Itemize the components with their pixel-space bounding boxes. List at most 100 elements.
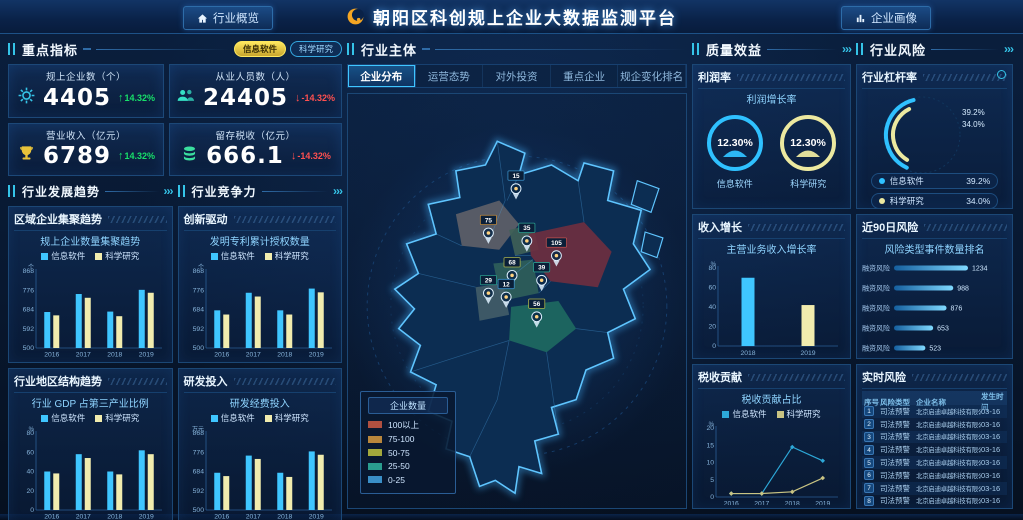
company-name: 北京启迪卓越科技有限公司: [916, 458, 981, 467]
profit-gauges: 12.30%信息软件12.30%科学研究: [698, 108, 845, 205]
svg-text:2019: 2019: [815, 501, 830, 506]
svg-text:2016: 2016: [214, 352, 229, 359]
legend-item: 信息软件39.2%: [871, 173, 999, 189]
table-row[interactable]: 5司法预警北京启迪卓越科技有限公司03-16: [862, 456, 1007, 469]
tab-2[interactable]: 运营态势: [416, 65, 484, 87]
table-row[interactable]: 7司法预警北京启迪卓越科技有限公司03-16: [862, 482, 1007, 495]
map-legend-item: 25-50: [368, 461, 448, 471]
grouped-bar-chart: 500592684776868个2016201720182019: [184, 262, 336, 359]
svg-text:2018: 2018: [277, 352, 292, 359]
svg-text:60: 60: [708, 285, 716, 292]
svg-text:万元: 万元: [192, 426, 204, 433]
svg-text:988: 988: [957, 286, 969, 293]
chart-card-leverage: 行业杠杆率 39.2%34.0% 信息软件39.2%科学研究34.0%: [856, 64, 1013, 209]
kpi-card-1: 规上企业数（个）4405↑14.32%: [8, 64, 164, 118]
panel-title: 行业风险: [870, 40, 926, 59]
svg-text:12.30%: 12.30%: [717, 137, 753, 149]
subpanel-title: 行业地区结构趋势: [14, 372, 167, 393]
table-row[interactable]: 6司法预警北京启迪卓越科技有限公司03-16: [862, 469, 1007, 482]
chart-card-patents: 创新驱动 发明专利累计授权数量 信息软件科学研究 500592684776868…: [178, 206, 343, 363]
realtime-risk-table: 序号风险类型企业名称发生时间 1司法预警北京启迪卓越科技有限公司03-162司法…: [862, 391, 1007, 507]
more-arrows-icon[interactable]: ›››: [164, 184, 173, 198]
svg-text:776: 776: [192, 449, 204, 456]
svg-text:876: 876: [951, 306, 963, 313]
hatch-decoration: [912, 374, 1007, 381]
chart-title: 税收贡献占比: [698, 389, 845, 408]
tab-1[interactable]: 企业分布: [348, 65, 416, 87]
more-arrows-icon[interactable]: ›››: [1004, 42, 1013, 56]
svg-text:34.0%: 34.0%: [962, 120, 985, 129]
kpi-label: 留存税收（亿元）: [176, 128, 335, 142]
hatch-decoration: [748, 224, 845, 231]
leverage-legend: 信息软件39.2%科学研究34.0%: [871, 173, 999, 209]
gear-icon[interactable]: [997, 70, 1006, 79]
page-title: 朝阳区科创规上企业大数据监测平台: [373, 4, 677, 29]
row-index: 1: [864, 406, 874, 416]
subpanel-title: 收入增长: [698, 218, 845, 239]
table-row[interactable]: 3司法预警北京启迪卓越科技有限公司03-16: [862, 431, 1007, 444]
table-row[interactable]: 4司法预警北京启迪卓越科技有限公司03-16: [862, 443, 1007, 456]
kpi-delta: ↑14.32%: [118, 92, 155, 104]
tab-5[interactable]: 规企变化排名: [618, 65, 686, 87]
legend-item: 信息软件: [41, 412, 85, 424]
chart-card-gdp-share: 行业地区结构趋势 行业 GDP 占第三产业比例 信息软件科学研究 0204060…: [8, 368, 173, 520]
svg-text:500: 500: [23, 345, 35, 352]
chart-card-region-agg: 区域企业集聚趋势 规上企业数量集聚趋势 信息软件科学研究 50059268477…: [8, 206, 173, 363]
svg-text:5: 5: [710, 477, 714, 484]
svg-text:75: 75: [485, 217, 493, 224]
map-legend-title: 企业数量: [368, 397, 448, 414]
nav-enterprise-portrait[interactable]: 企业画像: [841, 6, 931, 30]
row-index: 3: [864, 432, 874, 442]
kpi-grid: 规上企业数（个）4405↑14.32%从业人员数（人）24405↓-14.32%…: [8, 64, 342, 176]
more-arrows-icon[interactable]: ›››: [842, 42, 851, 56]
grouped-bar-chart: 500592684776868个2016201720182019: [14, 262, 166, 359]
company-name: 北京启迪卓越科技有限公司: [916, 407, 981, 416]
svg-text:592: 592: [23, 326, 35, 333]
tab-4[interactable]: 重点企业: [551, 65, 619, 87]
legend-item: 信息软件: [211, 250, 255, 262]
svg-text:%: %: [709, 422, 715, 428]
occur-time: 03-16: [981, 471, 1005, 480]
industry-filter-group: 信息软件科学研究: [234, 41, 342, 57]
table-row[interactable]: 8司法预警北京启迪卓越科技有限公司03-16: [862, 495, 1007, 508]
svg-text:39.2%: 39.2%: [962, 108, 985, 117]
svg-text:684: 684: [192, 469, 204, 476]
company-name: 北京启迪卓越科技有限公司: [916, 471, 981, 480]
table-header-row: 序号风险类型企业名称发生时间: [862, 391, 1007, 405]
leverage-gauge: 39.2% 34.0%: [862, 89, 1007, 173]
hatch-decoration: [234, 216, 337, 223]
center-column: 行业主体 企业分布运营态势对外投资重点企业规企变化排名: [347, 39, 687, 509]
trend-subcolumn: 行业发展趋势 ››› 区域企业集聚趋势 规上企业数量集聚趋势 信息软件科学研究 …: [8, 181, 173, 520]
filter-pill-active[interactable]: 信息软件: [234, 41, 286, 57]
more-arrows-icon[interactable]: ›››: [333, 184, 342, 198]
svg-text:2016: 2016: [214, 514, 229, 520]
svg-text:%: %: [711, 262, 717, 268]
chart-card-tax-share: 税收贡献 税收贡献占比 信息软件科学研究 05101520%2016201720…: [692, 364, 851, 509]
panel-ornament-icon: [8, 43, 17, 55]
risk-column: 行业风险 ››› 行业杠杆率 39.2%34.0% 信息软件39.2%科学研究3…: [856, 39, 1013, 509]
hatch-decoration: [108, 216, 167, 223]
svg-text:2018: 2018: [740, 350, 755, 355]
trophy-icon: [17, 144, 36, 168]
chart-title: 风险类型事件数量排名: [862, 239, 1007, 258]
tab-3[interactable]: 对外投资: [483, 65, 551, 87]
legend-item: 科学研究: [265, 412, 309, 424]
svg-text:2016: 2016: [44, 352, 59, 359]
people-icon: [176, 85, 196, 110]
legend-item: 科学研究: [777, 408, 821, 420]
svg-text:500: 500: [192, 507, 204, 514]
svg-text:2019: 2019: [800, 350, 815, 355]
kpi-value: 6789: [43, 143, 111, 169]
chart-card-profit: 利润率 利润增长率 12.30%信息软件12.30%科学研究: [692, 64, 851, 209]
svg-text:653: 653: [937, 326, 949, 333]
profit-gauge: 12.30%信息软件: [704, 112, 766, 190]
filter-pill-inactive[interactable]: 科学研究: [290, 41, 342, 57]
svg-text:500: 500: [192, 345, 204, 352]
svg-text:2017: 2017: [245, 352, 260, 359]
table-row[interactable]: 2司法预警北京启迪卓越科技有限公司03-16: [862, 418, 1007, 431]
quality-column: 质量效益 ››› 利润率 利润增长率 12.30%信息软件12.30%科学研究 …: [692, 39, 851, 509]
nav-industry-overview[interactable]: 行业概览: [183, 6, 273, 30]
table-row[interactable]: 1司法预警北京启迪卓越科技有限公司03-16: [862, 405, 1007, 418]
svg-text:2019: 2019: [308, 352, 323, 359]
hatch-decoration: [748, 374, 845, 381]
